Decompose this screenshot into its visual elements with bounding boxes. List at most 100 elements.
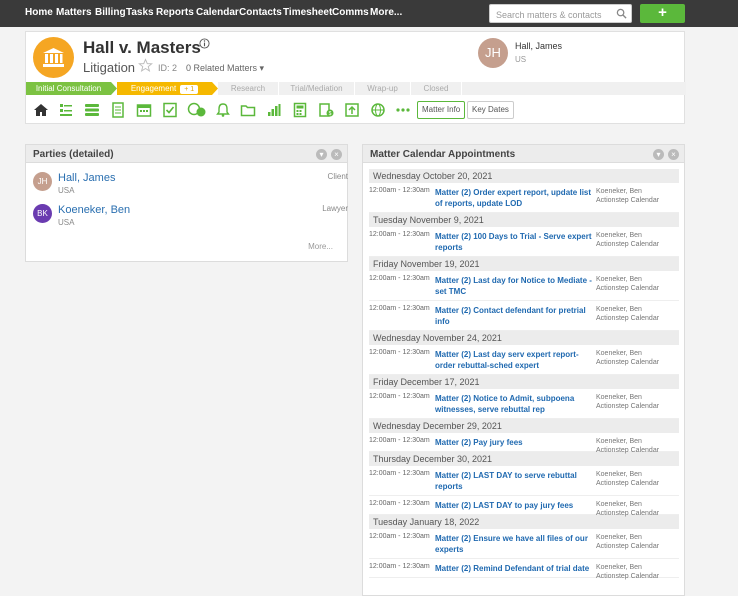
comments-icon[interactable] <box>187 102 207 118</box>
owner-name: Koeneker, Ben <box>596 350 642 357</box>
calculator-icon[interactable] <box>292 102 308 118</box>
appointment-time: 12:00am - 12:30am <box>369 231 430 238</box>
info-icon[interactable] <box>199 38 210 49</box>
nav-reports[interactable]: Reports <box>156 7 194 18</box>
owner-name: Koeneker, Ben <box>596 564 642 571</box>
date-header: Friday November 19, 2021 <box>369 257 679 271</box>
collapse-icon[interactable]: ▾ <box>316 149 327 160</box>
nav-calendar[interactable]: Calendar <box>196 7 239 18</box>
appointment-link[interactable]: Matter (2) Pay jury fees <box>435 433 597 451</box>
owner-name: Koeneker, Ben <box>596 306 642 313</box>
bar-chart-icon[interactable] <box>266 102 282 118</box>
nav-matters[interactable]: Matters <box>56 7 92 18</box>
appointment-owner: Koeneker, Ben Actionstep Calendar <box>596 349 659 367</box>
export-icon[interactable] <box>344 102 360 118</box>
key-dates-button[interactable]: Key Dates <box>467 101 514 119</box>
calendar-icon[interactable] <box>136 102 152 118</box>
add-button[interactable]: + <box>640 4 685 23</box>
appointment-link[interactable]: Matter (2) Last day for Notice to Mediat… <box>435 271 597 300</box>
appointment-row: 12:00am - 12:30am Matter (2) Order expert… <box>369 183 679 213</box>
search-icon[interactable] <box>616 8 627 19</box>
panel-header: Parties (detailed) ▾ × <box>26 145 347 163</box>
appointment-row: 12:00am - 12:30am Matter (2) Last day for… <box>369 271 679 301</box>
calendar-panel: Matter Calendar Appointments ▾ × Wednesd… <box>362 144 685 596</box>
more-icon[interactable] <box>395 102 411 118</box>
appointment-row: 12:00am - 12:30am Matter (2) LAST DAY to … <box>369 496 679 518</box>
avatar: BK <box>33 204 52 223</box>
stack-icon[interactable] <box>84 102 100 118</box>
matter-id: ID: 2 <box>158 63 178 73</box>
close-icon[interactable]: × <box>331 149 342 160</box>
party-role: Lawyer <box>322 204 348 213</box>
stage-initial-consultation[interactable]: Initial Consultation <box>26 82 111 95</box>
client-name[interactable]: Hall, James <box>515 41 562 51</box>
folder-icon[interactable] <box>240 102 256 118</box>
appointment-owner: Koeneker, Ben Actionstep Calendar <box>596 187 659 205</box>
related-matters-dropdown[interactable]: 0 Related Matters ▾ <box>186 63 264 74</box>
date-header: Tuesday November 9, 2021 <box>369 213 679 227</box>
owner-name: Koeneker, Ben <box>596 276 642 283</box>
nav-contacts[interactable]: Contacts <box>239 7 282 18</box>
star-icon[interactable] <box>138 58 153 73</box>
top-nav: Home Matters Billing Tasks Reports Calen… <box>0 0 738 27</box>
appointment-time: 12:00am - 12:30am <box>369 349 430 356</box>
checklist-icon[interactable] <box>162 102 178 118</box>
stage-label: Initial Consultation <box>35 84 102 93</box>
calendar-name: Actionstep Calendar <box>596 543 660 550</box>
appointment-link[interactable]: Matter (2) Remind Defendant of trial dat… <box>435 559 597 577</box>
stage-closed[interactable]: Closed <box>411 82 461 95</box>
appointment-link[interactable]: Matter (2) Notice to Admit, subpoena wit… <box>435 389 597 418</box>
appointment-link[interactable]: Matter (2) LAST DAY to serve rebuttal re… <box>435 466 597 495</box>
appointment-row: 12:00am - 12:30am Matter (2) Remind Defen… <box>369 559 679 581</box>
stage-label: Engagement <box>130 84 177 93</box>
appointment-owner: Koeneker, Ben Actionstep Calendar <box>596 500 659 518</box>
calendar-name: Actionstep Calendar <box>596 315 660 322</box>
appointment-owner: Koeneker, Ben Actionstep Calendar <box>596 533 659 551</box>
nav-comms[interactable]: Comms <box>332 7 369 18</box>
party-location: USA <box>58 186 75 195</box>
search-input[interactable] <box>490 6 614 24</box>
stage-engagement[interactable]: Engagement + 1 <box>117 82 212 95</box>
calendar-name: Actionstep Calendar <box>596 403 660 410</box>
calendar-name: Actionstep Calendar <box>596 447 660 454</box>
stage-research[interactable]: Research <box>218 82 278 95</box>
document-icon[interactable] <box>110 102 126 118</box>
home-icon[interactable] <box>33 102 49 118</box>
matter-info-button[interactable]: Matter Info <box>417 101 466 119</box>
billing-icon[interactable]: $ <box>318 102 334 118</box>
bell-icon[interactable] <box>215 102 231 118</box>
stage-label: Wrap-up <box>367 84 398 93</box>
collapse-icon[interactable]: ▾ <box>653 149 664 160</box>
nav-home[interactable]: Home <box>25 7 53 18</box>
appointment-row: 12:00am - 12:30am Matter (2) Last day ser… <box>369 345 679 375</box>
nav-more[interactable]: More... <box>370 7 402 18</box>
list-icon[interactable] <box>58 102 74 118</box>
appointment-owner: Koeneker, Ben Actionstep Calendar <box>596 231 659 249</box>
calendar-name: Actionstep Calendar <box>596 241 660 248</box>
bank-icon <box>33 37 74 78</box>
appointment-link[interactable]: Matter (2) LAST DAY to pay jury fees <box>435 496 597 514</box>
appointment-owner: Koeneker, Ben Actionstep Calendar <box>596 563 659 581</box>
client-location: US <box>515 55 527 64</box>
appointment-owner: Koeneker, Ben Actionstep Calendar <box>596 275 659 293</box>
nav-tasks[interactable]: Tasks <box>126 7 154 18</box>
nav-billing[interactable]: Billing <box>95 7 126 18</box>
close-icon[interactable]: × <box>668 149 679 160</box>
party-name[interactable]: Koeneker, Ben <box>58 204 130 216</box>
stage-wrap-up[interactable]: Wrap-up <box>355 82 410 95</box>
stage-label: Trial/Mediation <box>290 84 343 93</box>
stage-progress: Initial Consultation Engagement + 1 Resea… <box>26 82 686 95</box>
appointment-link[interactable]: Matter (2) Order expert report, update l… <box>435 183 597 212</box>
appointment-link[interactable]: Matter (2) Ensure we have all files of o… <box>435 529 597 558</box>
stage-trial-mediation[interactable]: Trial/Mediation <box>279 82 354 95</box>
appointment-link[interactable]: Matter (2) Contact defendant for pretria… <box>435 301 597 330</box>
more-link[interactable]: More... <box>308 242 333 251</box>
owner-name: Koeneker, Ben <box>596 501 642 508</box>
appointment-link[interactable]: Matter (2) 100 Days to Trial - Serve exp… <box>435 227 597 256</box>
party-name[interactable]: Hall, James <box>58 172 115 184</box>
owner-name: Koeneker, Ben <box>596 188 642 195</box>
nav-timesheet[interactable]: Timesheet <box>283 7 332 18</box>
party-location: USA <box>58 218 75 227</box>
globe-icon[interactable] <box>370 102 386 118</box>
appointment-link[interactable]: Matter (2) Last day serv expert report-o… <box>435 345 597 374</box>
